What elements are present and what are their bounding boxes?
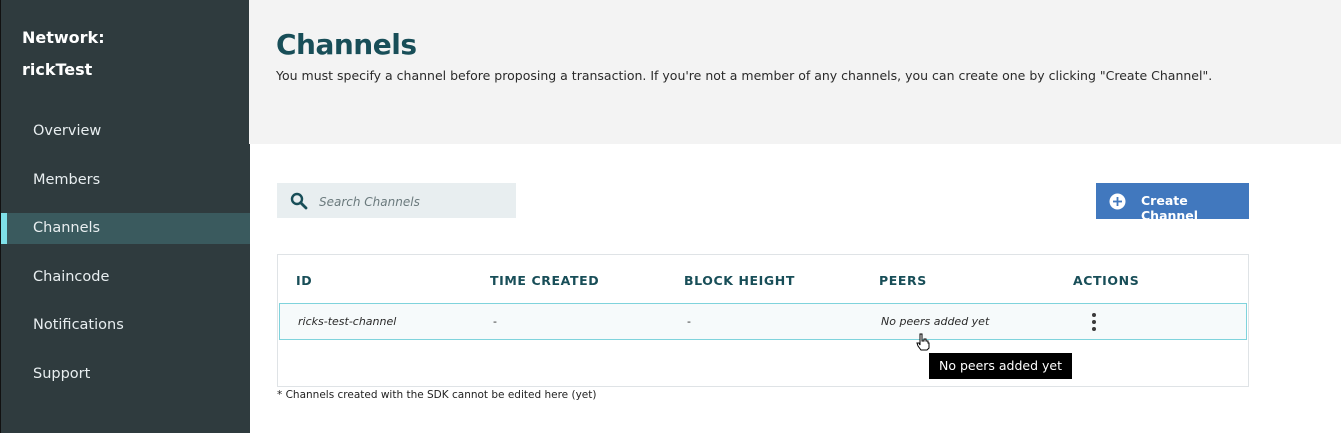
sidebar-item-overview[interactable]: Overview [1, 116, 250, 147]
sidebar-item-label: Notifications [33, 317, 124, 333]
sidebar-item-members[interactable]: Members [1, 165, 250, 196]
column-header-peers[interactable]: PEERS [879, 273, 927, 288]
sidebar-item-label: Overview [33, 123, 102, 139]
sidebar-item-label: Chaincode [33, 269, 110, 285]
sidebar-item-label: Support [33, 366, 91, 382]
cell-peers[interactable]: No peers added yet [881, 315, 989, 328]
page-header: Channels You must specify a channel befo… [249, 0, 1341, 144]
page-title: Channels [276, 28, 417, 61]
create-channel-button[interactable]: Create Channel [1096, 183, 1249, 223]
search-input[interactable] [317, 183, 511, 220]
sidebar-item-chaincode[interactable]: Chaincode [1, 262, 250, 293]
column-header-block-height[interactable]: BLOCK HEIGHT [684, 273, 795, 288]
sidebar-item-label: Channels [33, 220, 101, 236]
create-channel-label: Create Channel [1141, 193, 1199, 223]
table-row[interactable]: ricks-test-channel - - No peers added ye… [279, 303, 1247, 340]
cell-time-created: - [493, 315, 497, 328]
cell-block-height: - [687, 315, 691, 328]
sidebar-item-notifications[interactable]: Notifications [1, 310, 250, 341]
cell-channel-id: ricks-test-channel [298, 315, 397, 328]
plus-circle-icon [1109, 193, 1126, 210]
network-label: Network: [22, 28, 105, 47]
sidebar-item-support[interactable]: Support [1, 359, 250, 390]
footnote: * Channels created with the SDK cannot b… [277, 389, 597, 401]
channels-table: ID TIME CREATED BLOCK HEIGHT PEERS ACTIO… [277, 254, 1249, 387]
search-box[interactable] [277, 183, 516, 220]
peers-tooltip: No peers added yet [929, 353, 1072, 379]
network-name: rickTest [22, 60, 93, 79]
sidebar-item-label: Members [33, 172, 101, 188]
search-icon [290, 192, 308, 210]
kebab-menu-icon[interactable] [1086, 312, 1102, 332]
sidebar-item-channels[interactable]: Channels [1, 213, 250, 244]
hand-cursor-icon [915, 333, 931, 351]
page-description: You must specify a channel before propos… [276, 68, 1213, 83]
column-header-time-created[interactable]: TIME CREATED [490, 273, 599, 288]
sidebar: Network: rickTest Overview Members Chann… [0, 0, 250, 433]
column-header-actions: ACTIONS [1073, 273, 1140, 288]
column-header-id[interactable]: ID [296, 273, 312, 288]
